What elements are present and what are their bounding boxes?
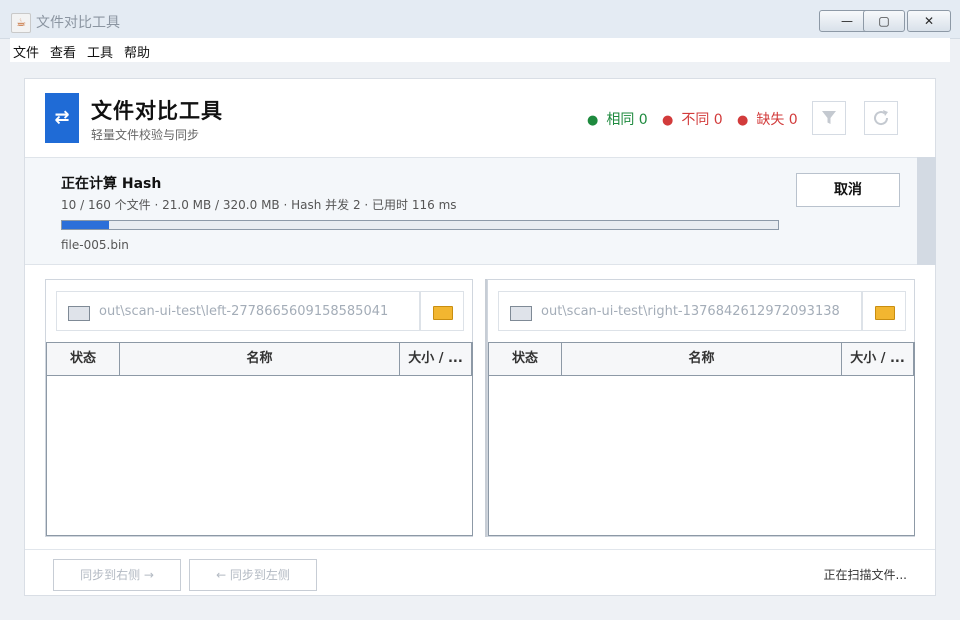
progress-bar [61,220,779,230]
menu-bar: 文件 查看 工具 帮助 [10,38,950,62]
refresh-button[interactable] [864,101,898,135]
progress-fill [62,221,110,229]
progress-detail: 10 / 160 个文件 · 21.0 MB / 320.0 MB · Hash… [61,198,457,212]
status-message: 正在扫描文件... [823,568,907,582]
stat-same-label: 相同 [606,112,635,128]
missing-dot-icon: ● [737,113,749,128]
sync-to-left-button[interactable]: ← 同步到左侧 [189,559,317,591]
stat-missing-value: 0 [788,112,798,128]
menu-tools[interactable]: 工具 [87,42,113,61]
left-panel: out\scan-ui-test\left-277866560915858504… [45,279,473,537]
stat-missing: ● 缺失 0 [737,109,798,129]
java-app-icon: ☕ [11,13,31,33]
right-path-text: out\scan-ui-test\right-13768426129720931… [541,304,840,319]
stat-same: ● 相同 0 [587,109,648,129]
diff-dot-icon: ● [662,113,674,128]
refresh-icon [874,110,889,126]
menu-help[interactable]: 帮助 [124,42,150,61]
column-name[interactable]: 名称 [120,343,400,376]
progress-side-strip [917,157,936,265]
right-path-field[interactable]: out\scan-ui-test\right-13768426129720931… [498,291,862,331]
left-path-text: out\scan-ui-test\left-277866560915858504… [99,304,389,319]
folder-outline-icon [68,306,90,321]
right-panel: out\scan-ui-test\right-13768426129720931… [487,279,915,537]
main-card: ⇄ 文件对比工具 轻量文件校验与同步 ● 相同 0 ● 不同 0 ● 缺失 0 正在计… [24,78,936,596]
column-status[interactable]: 状态 [489,343,562,376]
folder-icon [433,306,453,320]
folder-icon [875,306,895,320]
menu-file[interactable]: 文件 [13,42,39,61]
stat-missing-label: 缺失 [756,112,785,128]
column-size[interactable]: 大小 / ... [842,343,914,376]
stat-diff-value: 0 [713,112,723,128]
swap-logo-icon: ⇄ [45,93,79,143]
stat-same-value: 0 [638,112,648,128]
cancel-button[interactable]: 取消 [796,173,900,207]
column-name[interactable]: 名称 [562,343,842,376]
right-browse-button[interactable] [862,291,906,331]
maximize-button[interactable]: ▢ [863,10,905,32]
window-title: 文件对比工具 [36,15,120,31]
app-subtitle: 轻量文件校验与同步 [91,128,200,142]
filter-icon [822,111,836,124]
column-size[interactable]: 大小 / ... [400,343,472,376]
left-browse-button[interactable] [420,291,464,331]
stat-diff: ● 不同 0 [662,109,723,129]
same-dot-icon: ● [587,113,599,128]
right-file-table[interactable]: 状态 名称 大小 / ... [488,342,915,536]
close-button[interactable]: ✕ [907,10,951,32]
progress-title: 正在计算 Hash [61,176,162,192]
progress-current-file: file-005.bin [61,238,129,252]
left-file-table[interactable]: 状态 名称 大小 / ... [46,342,473,536]
footer-bar: 同步到右侧 → ← 同步到左侧 正在扫描文件... [25,549,935,596]
filter-button[interactable] [812,101,846,135]
stat-diff-label: 不同 [681,112,710,128]
app-title: 文件对比工具 [91,99,223,123]
column-status[interactable]: 状态 [47,343,120,376]
title-bar: ☕ 文件对比工具 — ▢ ✕ [0,0,960,39]
menu-view[interactable]: 查看 [50,42,76,61]
sync-to-right-button[interactable]: 同步到右侧 → [53,559,181,591]
progress-panel: 正在计算 Hash 10 / 160 个文件 · 21.0 MB / 320.0… [25,157,917,265]
folder-outline-icon [510,306,532,321]
left-path-field[interactable]: out\scan-ui-test\left-277866560915858504… [56,291,420,331]
